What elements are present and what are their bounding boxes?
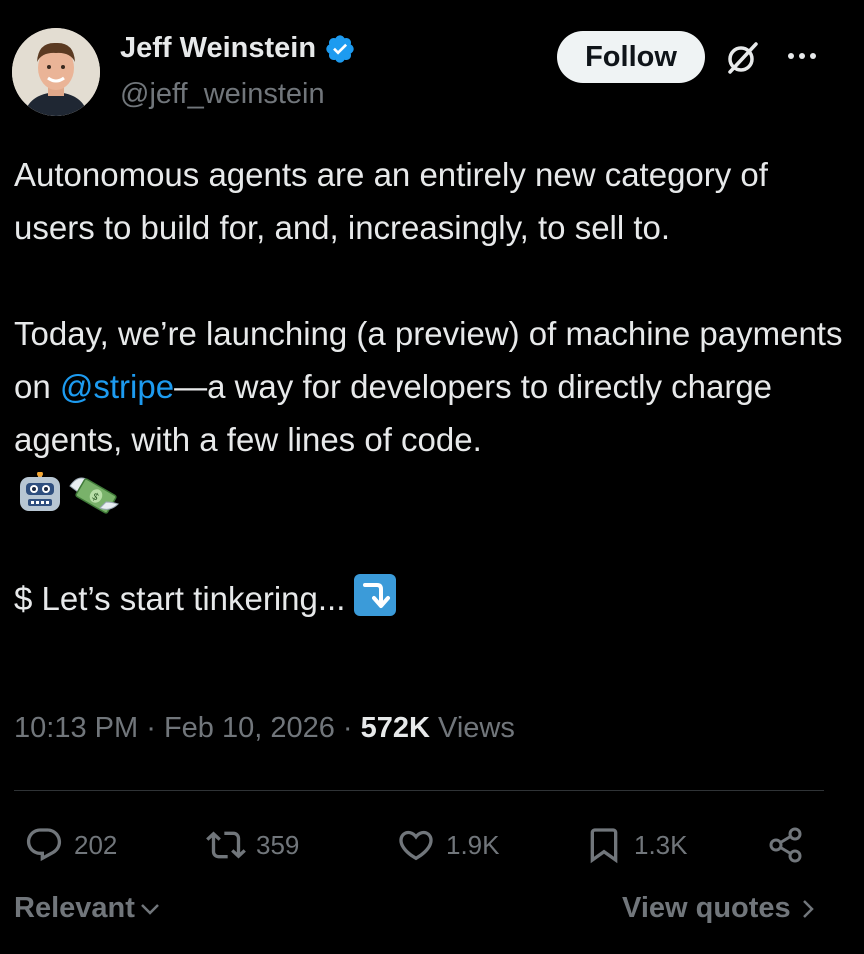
right-arrow-curving-down-emoji <box>354 574 397 616</box>
follow-button[interactable]: Follow <box>557 31 705 83</box>
repost-icon <box>206 831 246 859</box>
sort-label: Relevant <box>14 892 135 924</box>
meta-separator: · <box>342 712 353 744</box>
more-icon[interactable] <box>782 40 822 70</box>
views-label: Views <box>438 712 515 744</box>
bookmark-icon <box>590 828 618 864</box>
tweet-meta: 10:13 PM · Feb 10, 2026 · 572K Views <box>14 712 515 745</box>
tweet-date[interactable]: Feb 10, 2026 <box>164 712 335 744</box>
share-icon <box>769 827 802 863</box>
view-quotes-link[interactable]: View quotes <box>622 892 815 925</box>
author-name-text: Jeff Weinstein <box>120 32 317 64</box>
reply-button[interactable]: 202 <box>24 820 117 870</box>
chevron-right-icon <box>802 899 814 918</box>
heart-icon <box>399 830 433 861</box>
reply-count: 202 <box>74 829 118 860</box>
avatar-image <box>12 28 100 116</box>
views-count[interactable]: 572K <box>361 712 430 744</box>
bookmark-button[interactable]: 1.3K <box>584 820 688 870</box>
tweet-text: Autonomous agents are an entirely new ca… <box>14 148 844 625</box>
grok-icon[interactable] <box>722 38 762 78</box>
like-count: 1.9K <box>446 829 500 860</box>
author-name[interactable]: Jeff Weinstein <box>120 32 356 65</box>
emoji-row: $ <box>14 466 844 519</box>
repost-count: 359 <box>256 829 300 860</box>
chevron-down-icon <box>141 903 159 915</box>
tweet-text-segment: $ Let’s start tinkering... <box>14 580 346 617</box>
tweet-time[interactable]: 10:13 PM <box>14 712 138 744</box>
avatar[interactable] <box>12 28 100 116</box>
bookmark-count: 1.3K <box>634 829 688 860</box>
sort-dropdown[interactable]: Relevant <box>14 892 161 925</box>
money-with-wings-emoji: $ <box>69 477 119 514</box>
share-button[interactable] <box>766 820 806 870</box>
robot-face-emoji <box>20 472 60 511</box>
tweet-paragraph: $ Let’s start tinkering... <box>14 572 844 625</box>
meta-separator: · <box>146 712 156 744</box>
tweet-paragraph: Autonomous agents are an entirely new ca… <box>14 156 768 246</box>
divider <box>14 790 824 791</box>
view-quotes-label: View quotes <box>622 892 791 924</box>
repost-button[interactable]: 359 <box>206 820 299 870</box>
like-button[interactable]: 1.9K <box>396 820 500 870</box>
mention-link[interactable]: @stripe <box>60 368 174 405</box>
reply-icon <box>26 828 62 862</box>
author-handle[interactable]: @jeff_weinstein <box>120 78 325 111</box>
tweet-paragraph: Today, we’re launching (a preview) of ma… <box>14 307 844 466</box>
verified-badge-icon <box>326 34 354 63</box>
